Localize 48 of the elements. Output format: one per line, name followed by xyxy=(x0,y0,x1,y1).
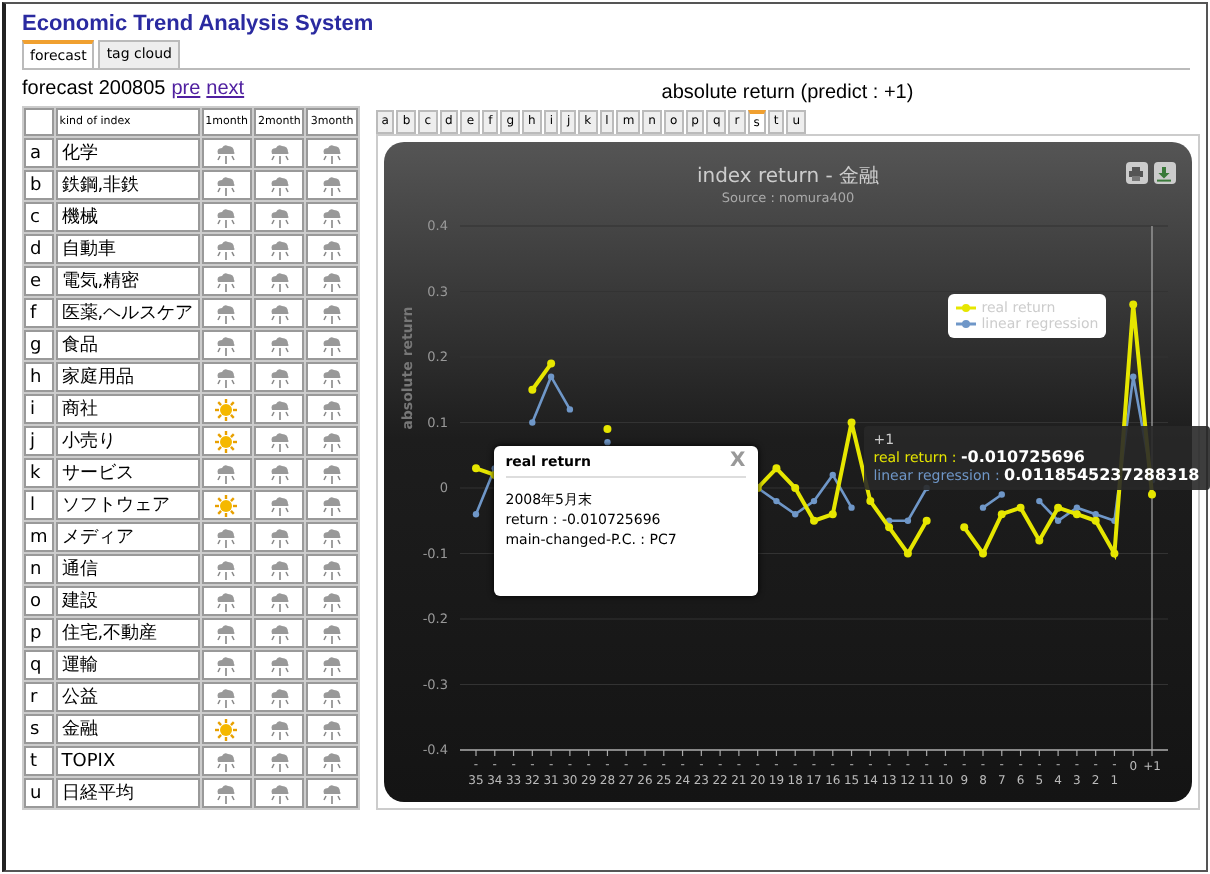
index-name: 金融 xyxy=(55,714,200,744)
index-name: 商社 xyxy=(55,394,200,424)
row-letter: n xyxy=(24,554,54,584)
tooltip-value: -0.010725696 xyxy=(960,448,1085,466)
chart-title: index return - 金融 xyxy=(696,166,879,188)
index-name: 電気,精密 xyxy=(55,266,200,296)
index-name: 建設 xyxy=(55,586,200,616)
index-name: 自動車 xyxy=(55,234,200,264)
index-name: 医薬,ヘルスケア xyxy=(55,298,200,328)
row-letter: u xyxy=(24,778,54,808)
row-letter: c xyxy=(24,202,54,232)
tooltip-value: 0.0118545237288318 xyxy=(1004,466,1200,484)
row-letter: f xyxy=(24,298,54,328)
index-name: 運輸 xyxy=(55,650,200,680)
index-name: 小売り xyxy=(55,426,200,456)
index-name: 通信 xyxy=(55,554,200,584)
row-letter: q xyxy=(24,650,54,680)
index-name: ソフトウェア xyxy=(55,490,200,520)
index-name: 日経平均 xyxy=(55,778,200,808)
row-letter: b xyxy=(24,170,54,200)
chart-heading: absolute return (predict : +1) xyxy=(659,82,916,104)
index-name: 化学 xyxy=(55,138,200,168)
index-name: メディア xyxy=(55,522,200,552)
index-name: サービス xyxy=(55,458,200,488)
index-name: 機械 xyxy=(55,202,200,232)
index-name: 公益 xyxy=(55,682,200,712)
row-letter: p xyxy=(24,618,54,648)
row-letter: s xyxy=(24,714,54,744)
row-letter: m xyxy=(24,522,54,552)
index-name: 食品 xyxy=(55,330,200,360)
row-letter: o xyxy=(24,586,54,616)
index-name: 家庭用品 xyxy=(55,362,200,392)
row-letter: k xyxy=(24,458,54,488)
index-name: 鉄鋼,非鉄 xyxy=(55,170,200,200)
row-letter: j xyxy=(24,426,54,456)
row-letter: i xyxy=(24,394,54,424)
index-name: TOPIX xyxy=(55,746,200,776)
row-letter: t xyxy=(24,746,54,776)
row-letter: l xyxy=(24,490,54,520)
row-letter: g xyxy=(24,330,54,360)
row-letter: h xyxy=(24,362,54,392)
index-name: 住宅,不動産 xyxy=(55,618,200,648)
forecast-heading: forecast 200805 xyxy=(22,78,166,100)
row-letter: a xyxy=(24,138,54,168)
row-letter: d xyxy=(24,234,54,264)
app-title: Economic Trend Analysis System xyxy=(22,12,376,36)
row-letter: e xyxy=(24,266,54,296)
row-letter: r xyxy=(24,682,54,712)
